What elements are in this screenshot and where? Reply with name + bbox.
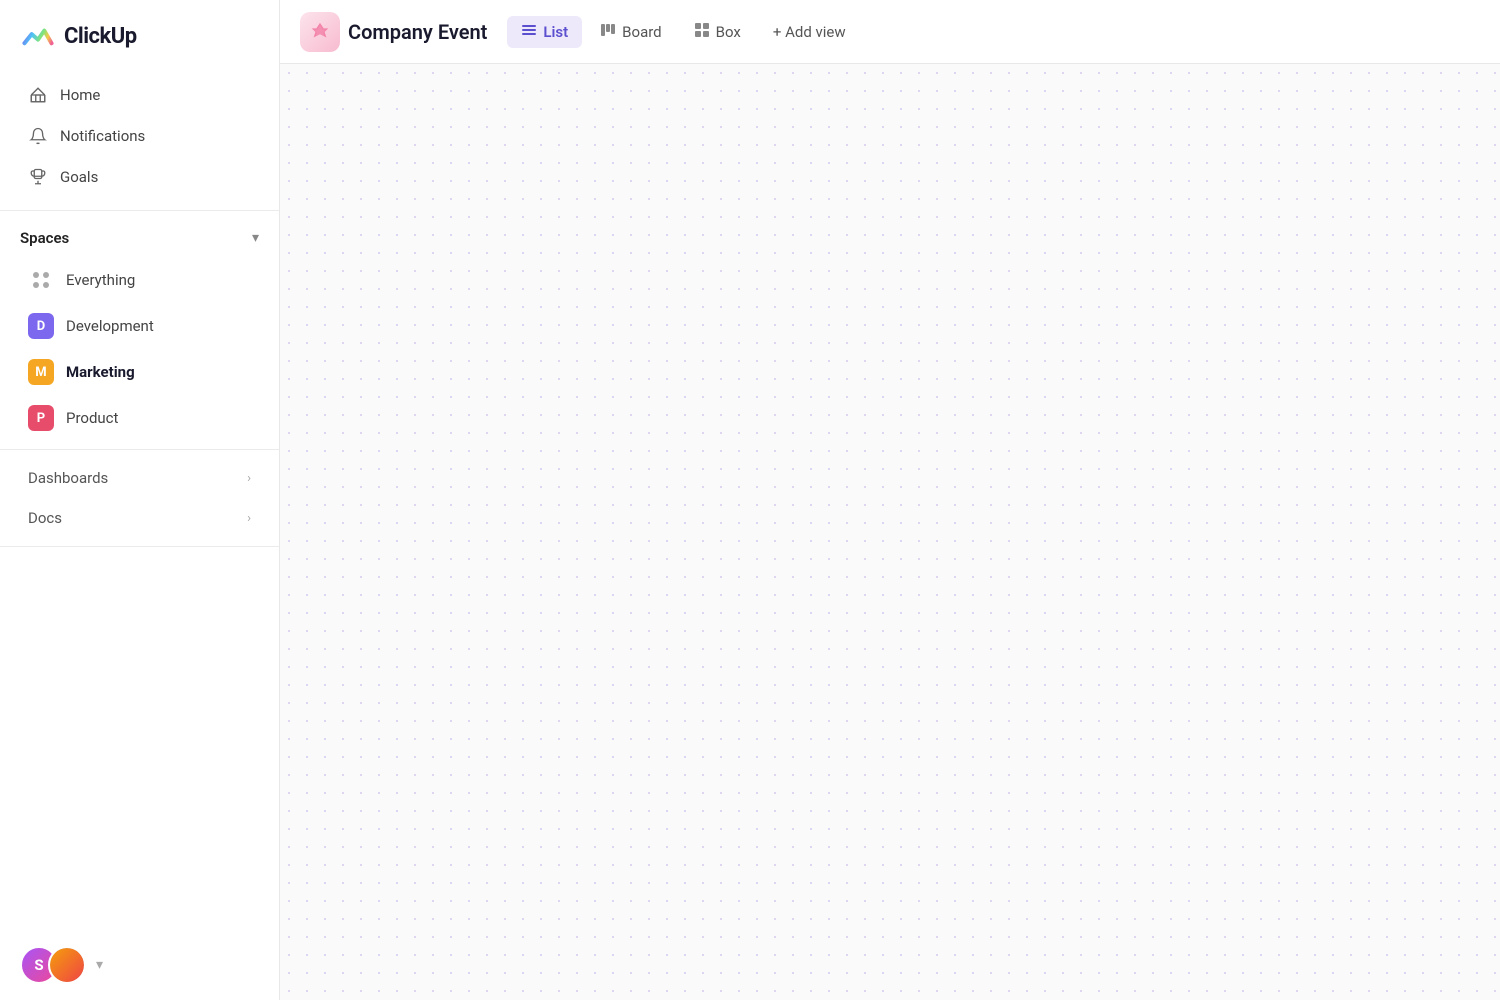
tab-board-label: Board [622,23,661,41]
board-icon [600,22,616,42]
sidebar-item-everything[interactable]: Everything [8,258,271,302]
marketing-label: Marketing [66,363,135,381]
main-content: Company Event List [280,0,1500,1000]
divider-1 [0,210,279,211]
project-title: Company Event [348,20,487,44]
chevron-right-icon: › [247,471,251,486]
list-icon [521,22,537,42]
tab-box[interactable]: Box [680,16,755,48]
content-area [280,64,1500,1000]
marketing-avatar: M [28,359,54,385]
tab-list[interactable]: List [507,16,582,48]
sidebar: ClickUp Home Notifications [0,0,280,1000]
sidebar-item-docs[interactable]: Docs › [8,499,271,537]
box-icon [694,22,710,42]
docs-label: Docs [28,509,62,527]
sidebar-item-dashboards[interactable]: Dashboards › [8,459,271,497]
clickup-logo-icon [20,18,56,54]
divider-3 [0,546,279,547]
notifications-label: Notifications [60,127,145,145]
divider-2 [0,449,279,450]
add-view-button[interactable]: + Add view [759,17,860,47]
sidebar-nav: Home Notifications Goals [0,70,279,202]
bell-icon [28,126,48,146]
tab-list-label: List [543,23,568,41]
sidebar-item-goals[interactable]: Goals [8,157,271,197]
development-label: Development [66,317,154,335]
product-avatar: P [28,405,54,431]
spaces-header[interactable]: Spaces ▾ [0,219,279,257]
tab-board[interactable]: Board [586,16,675,48]
sidebar-item-marketing[interactable]: M Marketing [8,350,271,394]
sidebar-item-product[interactable]: P Product [8,396,271,440]
sidebar-item-notifications[interactable]: Notifications [8,116,271,156]
user-area[interactable]: S ▾ [0,930,279,1000]
home-label: Home [60,86,100,104]
everything-label: Everything [66,271,135,289]
goals-label: Goals [60,168,98,186]
home-icon [28,85,48,105]
topbar: Company Event List [280,0,1500,64]
tab-box-label: Box [716,23,741,41]
sidebar-item-home[interactable]: Home [8,75,271,115]
spaces-title: Spaces [20,229,69,247]
dashboards-label: Dashboards [28,469,108,487]
add-view-label: + Add view [773,23,846,41]
logo-text: ClickUp [64,24,137,49]
everything-dots-icon [28,267,54,293]
view-tabs: List Board [507,16,859,48]
sidebar-item-development[interactable]: D Development [8,304,271,348]
trophy-icon [28,167,48,187]
chevron-down-icon: ▾ [252,230,259,246]
avatar-group: S [20,946,86,984]
chevron-right-icon-docs: › [247,511,251,526]
avatar-secondary [48,946,86,984]
development-avatar: D [28,313,54,339]
user-dropdown-icon[interactable]: ▾ [96,957,103,973]
product-label: Product [66,409,118,427]
logo-area[interactable]: ClickUp [0,0,279,70]
project-icon [300,12,340,52]
